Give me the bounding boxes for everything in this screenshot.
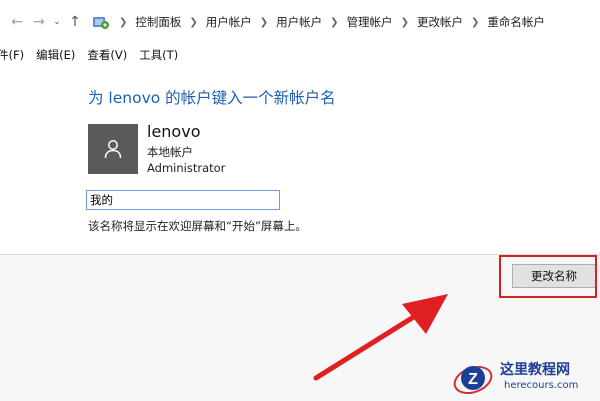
back-button[interactable]: ← [6, 11, 28, 33]
arrow-right-icon: → [33, 14, 45, 30]
breadcrumb-item[interactable]: 控制面板 [132, 14, 184, 30]
address-bar: ← → ⌄ ↑ ❯ 控制面板 ❯ 用户帐户 ❯ 用户帐户 ❯ 管理帐户 ❯ 更改… [0, 0, 600, 44]
account-role: Administrator [147, 161, 226, 175]
arrow-left-icon: ← [11, 14, 23, 30]
breadcrumb-item[interactable]: 重命名帐户 [484, 14, 548, 30]
watermark: Z 这里教程网 herecours.com [452, 356, 600, 401]
avatar [88, 124, 138, 174]
menu-tools[interactable]: 工具(T) [133, 47, 184, 63]
name-hint: 该名称将显示在欢迎屏幕和“开始”屏幕上。 [88, 219, 307, 233]
arrow-up-icon: ↑ [69, 14, 81, 30]
chevron-right-icon: ❯ [470, 16, 480, 28]
highlight-box [499, 255, 597, 298]
up-button[interactable]: ↑ [64, 11, 86, 33]
control-panel-icon [93, 17, 109, 29]
menu-edit[interactable]: 编辑(E) [30, 47, 81, 63]
account-name: lenovo [147, 122, 201, 141]
breadcrumb-item[interactable]: 更改帐户 [414, 14, 466, 30]
breadcrumb-item[interactable]: 用户帐户 [273, 14, 325, 30]
chevron-down-icon: ⌄ [53, 17, 61, 27]
history-button[interactable]: ⌄ [50, 11, 64, 33]
new-name-input[interactable] [86, 190, 280, 210]
breadcrumb-item[interactable]: 用户帐户 [203, 14, 255, 30]
watermark-url: herecours.com [504, 380, 579, 391]
chevron-right-icon: ❯ [400, 16, 409, 28]
account-type: 本地帐户 [147, 145, 193, 159]
page-title: 为 lenovo 的帐户键入一个新帐户名 [88, 89, 336, 107]
chevron-right-icon: ❯ [119, 16, 128, 28]
watermark-title: 这里教程网 [500, 362, 570, 378]
menu-file[interactable]: 件(F) [0, 47, 30, 63]
menu-bar: 件(F) 编辑(E) 查看(V) 工具(T) [0, 44, 600, 66]
breadcrumb: ❯ 控制面板 ❯ 用户帐户 ❯ 用户帐户 ❯ 管理帐户 ❯ 更改帐户 ❯ 重命名… [92, 9, 548, 35]
menu-view[interactable]: 查看(V) [81, 47, 133, 63]
svg-text:Z: Z [468, 371, 478, 388]
chevron-right-icon: ❯ [259, 16, 269, 28]
site-logo-icon: Z [453, 365, 493, 395]
forward-button[interactable]: → [28, 11, 50, 33]
chevron-right-icon: ❯ [189, 16, 198, 28]
user-icon [104, 140, 122, 159]
main-content: 为 lenovo 的帐户键入一个新帐户名 lenovo 本地帐户 Adminis… [0, 66, 600, 254]
chevron-right-icon: ❯ [330, 16, 339, 28]
breadcrumb-item[interactable]: 管理帐户 [344, 14, 396, 30]
